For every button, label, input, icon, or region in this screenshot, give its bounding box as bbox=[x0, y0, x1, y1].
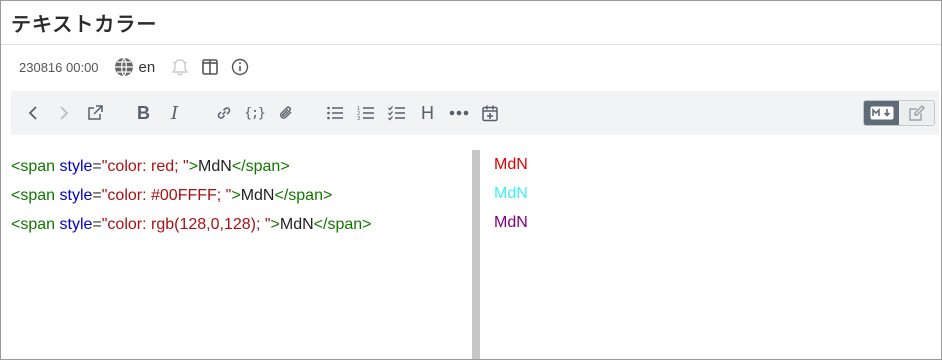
inner-text: MdN bbox=[198, 158, 232, 175]
meta-bar: 230816 00:00 en bbox=[1, 45, 941, 89]
inner-text: MdN bbox=[279, 216, 314, 233]
link-button[interactable] bbox=[208, 98, 239, 128]
external-link-button[interactable] bbox=[79, 98, 110, 128]
forward-button[interactable] bbox=[48, 98, 79, 128]
checklist-button[interactable] bbox=[381, 98, 412, 128]
title-bar: テキストカラー bbox=[1, 1, 941, 45]
tag-close-bracket: > bbox=[188, 158, 199, 175]
attr-value: "color: red; " bbox=[101, 158, 189, 175]
italic-button[interactable]: I bbox=[159, 98, 190, 128]
pane-splitter[interactable] bbox=[472, 150, 480, 359]
mode-switch bbox=[863, 100, 935, 126]
more-button[interactable] bbox=[443, 98, 474, 128]
editor-area: <span style="color: red; ">MdN</span> <sp… bbox=[1, 135, 941, 359]
bold-label: B bbox=[137, 102, 150, 123]
page-title: テキストカラー bbox=[11, 12, 158, 36]
bell-icon[interactable] bbox=[169, 56, 191, 78]
preview-text: MdN bbox=[494, 156, 528, 173]
italic-label: I bbox=[170, 102, 179, 124]
attr-equals: = bbox=[92, 158, 102, 175]
globe-icon[interactable] bbox=[113, 56, 135, 78]
timestamp: 230816 00:00 bbox=[19, 59, 99, 75]
tag-close: </span> bbox=[231, 158, 290, 175]
editor-toolbar: B I {;} 123 H bbox=[11, 91, 939, 135]
numbered-list-button[interactable]: 123 bbox=[350, 98, 381, 128]
editor-window: テキストカラー 230816 00:00 en B I {;} 1 2 3 H … bbox=[0, 0, 942, 360]
tag-open: <span bbox=[11, 158, 56, 175]
tag-close: </span> bbox=[313, 216, 372, 233]
back-button[interactable] bbox=[17, 98, 48, 128]
language-label[interactable]: en bbox=[139, 59, 156, 76]
split-view-icon[interactable] bbox=[199, 56, 221, 78]
preview-text: MdN bbox=[494, 214, 528, 231]
preview-text: MdN bbox=[494, 185, 528, 202]
svg-text:3: 3 bbox=[357, 116, 360, 121]
wysiwyg-mode-button[interactable] bbox=[899, 101, 934, 125]
markdown-editor[interactable]: <span style="color: red; ">MdN</span> <sp… bbox=[11, 152, 466, 239]
attr-name: style bbox=[59, 158, 93, 175]
attr-equals: = bbox=[92, 187, 102, 204]
attachment-button[interactable] bbox=[270, 98, 301, 128]
heading-label: H bbox=[421, 102, 434, 123]
attr-equals: = bbox=[92, 216, 102, 233]
code-line[interactable]: <span style="color: #00FFFF; ">MdN</span… bbox=[11, 181, 466, 210]
code-line[interactable]: <span style="color: rgb(128,0,128); ">Md… bbox=[11, 210, 466, 239]
tag-open: <span bbox=[11, 187, 56, 204]
attr-value: "color: rgb(128,0,128); " bbox=[101, 216, 271, 233]
bold-button[interactable]: B bbox=[128, 98, 159, 128]
code-block-button[interactable]: {;} bbox=[239, 98, 270, 128]
attr-value: "color: #00FFFF; " bbox=[101, 187, 232, 204]
code-line[interactable]: <span style="color: red; ">MdN</span> bbox=[11, 152, 466, 181]
code-block-label: {;} bbox=[244, 105, 266, 121]
tag-close-bracket: > bbox=[231, 187, 241, 204]
heading-button[interactable]: H bbox=[412, 98, 443, 128]
info-icon[interactable] bbox=[229, 56, 251, 78]
bullet-list-button[interactable] bbox=[319, 98, 350, 128]
attr-name: style bbox=[59, 187, 93, 204]
insert-date-button[interactable] bbox=[474, 98, 505, 128]
tag-open: <span bbox=[11, 216, 56, 233]
preview-pane: MdN MdN MdN bbox=[494, 150, 528, 237]
attr-name: style bbox=[59, 216, 93, 233]
tag-close: </span> bbox=[274, 187, 333, 204]
tag-close-bracket: > bbox=[270, 216, 280, 233]
markdown-mode-button[interactable] bbox=[864, 101, 899, 125]
inner-text: MdN bbox=[240, 187, 275, 204]
